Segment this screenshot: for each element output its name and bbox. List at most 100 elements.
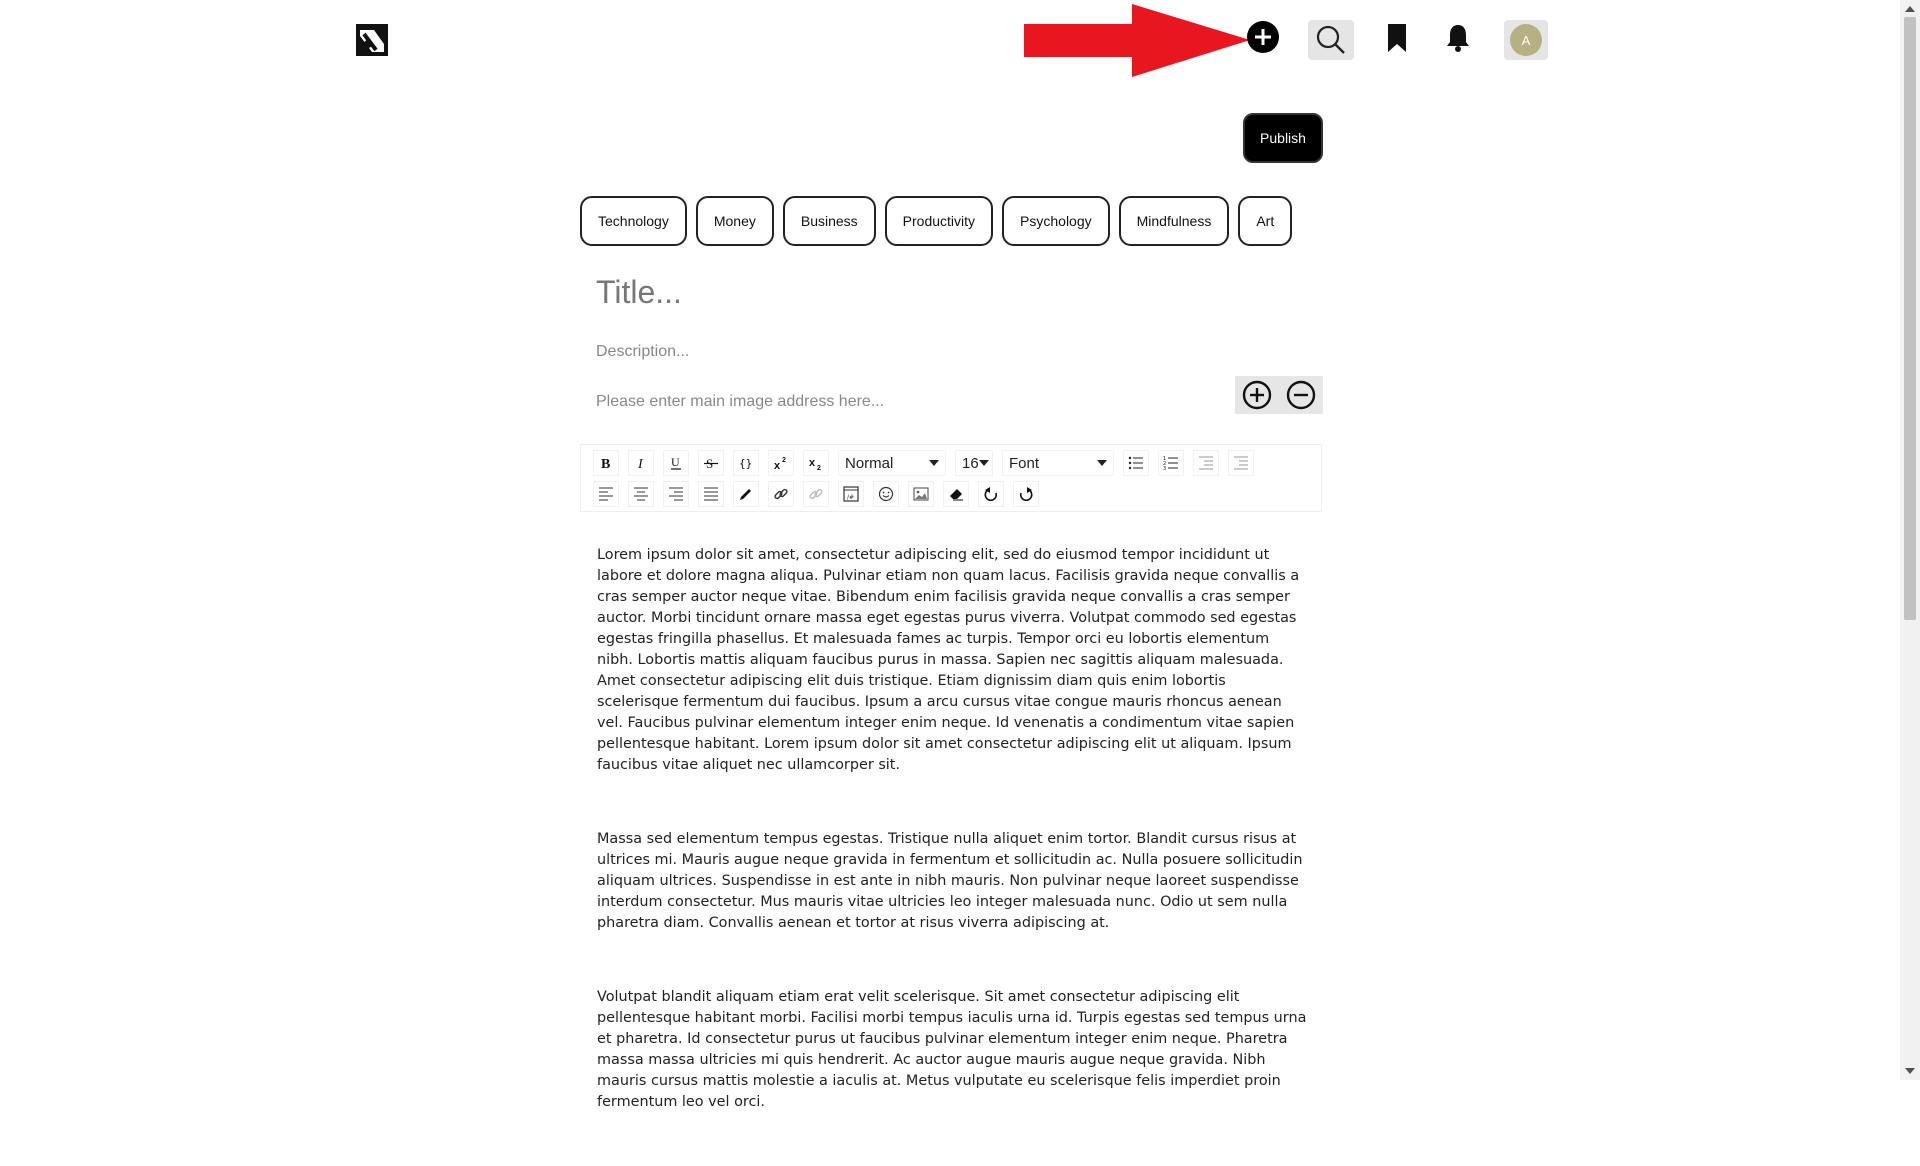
user-avatar-button[interactable]: A xyxy=(1504,20,1548,60)
scrollbar-thumb[interactable] xyxy=(1904,17,1916,620)
code-button[interactable]: {} xyxy=(733,450,759,476)
svg-text:B: B xyxy=(601,457,610,471)
tag-productivity[interactable]: Productivity xyxy=(884,196,994,246)
annotation-arrow-icon xyxy=(1024,4,1250,77)
strikethrough-button[interactable]: S xyxy=(698,450,724,476)
superscript-icon: x2 xyxy=(774,457,786,471)
indent-icon xyxy=(1234,456,1248,470)
superscript-button[interactable]: x2 xyxy=(768,450,794,476)
plus-circle-icon[interactable] xyxy=(1242,380,1272,410)
svg-text:x: x xyxy=(809,457,816,469)
tag-money[interactable]: Money xyxy=(695,196,774,246)
eraser-icon xyxy=(950,489,963,501)
scroll-down-arrow-icon[interactable] xyxy=(1905,1068,1915,1074)
subscript-icon: x2 xyxy=(809,457,821,471)
svg-text:x: x xyxy=(774,460,781,471)
align-center-icon xyxy=(634,487,648,501)
add-post-button[interactable] xyxy=(1246,20,1280,54)
undo-button[interactable] xyxy=(978,481,1004,507)
page-scrollbar[interactable] xyxy=(1900,0,1920,1080)
tag-art[interactable]: Art xyxy=(1238,196,1293,246)
bookmarks-button[interactable] xyxy=(1384,22,1410,54)
unordered-list-button[interactable] xyxy=(1123,450,1149,476)
font-size-select[interactable]: 16 xyxy=(955,450,993,476)
svg-text:/#: /# xyxy=(847,494,854,501)
content-paragraph: Volutpat blandit aliquam etiam erat veli… xyxy=(597,989,1307,1110)
link-icon xyxy=(774,488,788,500)
italic-button[interactable]: I xyxy=(628,450,654,476)
chevron-down-icon xyxy=(929,460,939,466)
underline-button[interactable]: U xyxy=(663,450,689,476)
content-paragraph: Lorem ipsum dolor sit amet, consectetur … xyxy=(597,547,1300,773)
title-input[interactable] xyxy=(580,268,1320,316)
align-center-button[interactable] xyxy=(628,481,654,507)
svg-text:2: 2 xyxy=(782,457,786,464)
indent-button[interactable] xyxy=(1228,450,1254,476)
tag-psychology[interactable]: Psychology xyxy=(1002,196,1110,246)
unordered-list-icon xyxy=(1128,456,1143,470)
bold-button[interactable]: B xyxy=(593,450,619,476)
bell-icon xyxy=(1447,25,1469,52)
top-navigation-bar: A xyxy=(0,0,1900,80)
align-justify-button[interactable] xyxy=(698,481,724,507)
underline-icon: U xyxy=(671,455,681,470)
tag-business[interactable]: Business xyxy=(782,196,876,246)
outdent-button[interactable] xyxy=(1193,450,1219,476)
rich-text-toolbar: B I U S {} x2 x2 Normal 16 Font 1 2 3 /# xyxy=(580,444,1322,512)
block-type-value: Normal xyxy=(845,454,894,472)
toolbar-row-2: /# xyxy=(593,480,1048,508)
chevron-down-icon xyxy=(978,460,989,466)
ordered-list-button[interactable]: 123 xyxy=(1158,450,1184,476)
svg-text:{}: {} xyxy=(739,457,752,470)
unlink-icon xyxy=(809,488,823,500)
category-tags: Technology Money Business Productivity P… xyxy=(580,196,1293,248)
image-button[interactable] xyxy=(908,481,934,507)
align-justify-icon xyxy=(704,487,718,501)
avatar: A xyxy=(1510,24,1542,56)
embed-icon: /# xyxy=(843,486,859,502)
block-type-select[interactable]: Normal xyxy=(838,450,946,476)
align-left-icon xyxy=(599,487,613,501)
redo-button[interactable] xyxy=(1013,481,1039,507)
logo-icon[interactable] xyxy=(354,22,390,58)
image-icon xyxy=(913,487,929,501)
tag-mindfulness[interactable]: Mindfulness xyxy=(1118,196,1230,246)
bookmark-icon xyxy=(1388,24,1406,52)
svg-text:U: U xyxy=(671,455,680,469)
plus-circle-icon xyxy=(1247,21,1279,53)
svg-text:I: I xyxy=(637,457,644,471)
unlink-button[interactable] xyxy=(803,481,829,507)
svg-text:3: 3 xyxy=(1163,466,1166,471)
editor-content[interactable]: Lorem ipsum dolor sit amet, consectetur … xyxy=(597,545,1307,1166)
align-right-button[interactable] xyxy=(663,481,689,507)
notifications-button[interactable] xyxy=(1443,22,1473,54)
search-icon xyxy=(1316,25,1345,54)
main-image-url-input[interactable] xyxy=(580,387,1220,417)
embed-button[interactable]: /# xyxy=(838,481,864,507)
chevron-down-icon xyxy=(1097,460,1107,466)
color-picker-icon xyxy=(740,489,751,500)
eraser-button[interactable] xyxy=(943,481,969,507)
align-left-button[interactable] xyxy=(593,481,619,507)
outdent-icon xyxy=(1199,456,1213,470)
description-input[interactable] xyxy=(580,337,1320,367)
image-controls xyxy=(1235,376,1323,414)
scroll-up-arrow-icon[interactable] xyxy=(1905,6,1915,12)
subscript-button[interactable]: x2 xyxy=(803,450,829,476)
emoji-button[interactable] xyxy=(873,481,899,507)
emoji-icon xyxy=(878,486,894,502)
redo-icon xyxy=(1019,487,1033,501)
italic-icon: I xyxy=(637,457,644,471)
svg-text:2: 2 xyxy=(817,465,821,471)
publish-button[interactable]: Publish xyxy=(1243,113,1323,163)
search-button[interactable] xyxy=(1308,20,1354,60)
font-size-value: 16 xyxy=(962,454,979,472)
align-right-icon xyxy=(669,487,683,501)
minus-circle-icon[interactable] xyxy=(1286,380,1316,410)
link-button[interactable] xyxy=(768,481,794,507)
content-paragraph: Massa sed elementum tempus egestas. Tris… xyxy=(597,831,1303,931)
font-family-select[interactable]: Font xyxy=(1002,450,1114,476)
undo-icon xyxy=(984,487,998,501)
color-picker-button[interactable] xyxy=(733,481,759,507)
tag-technology[interactable]: Technology xyxy=(580,196,687,246)
